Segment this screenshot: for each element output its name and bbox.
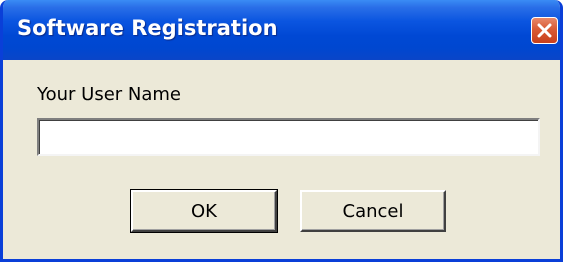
close-button[interactable] [531,17,558,44]
cancel-button[interactable]: Cancel [300,190,446,232]
close-icon [537,23,552,38]
ok-button-label: OK [191,200,217,222]
window-title: Software Registration [17,16,278,40]
title-bar[interactable]: Software Registration [3,0,560,60]
registration-dialog: Software Registration Your User Name OK … [0,0,563,262]
cancel-button-label: Cancel [342,200,404,222]
ok-button[interactable]: OK [130,189,278,233]
user-name-input[interactable] [37,118,540,156]
user-name-label: Your User Name [37,84,181,105]
